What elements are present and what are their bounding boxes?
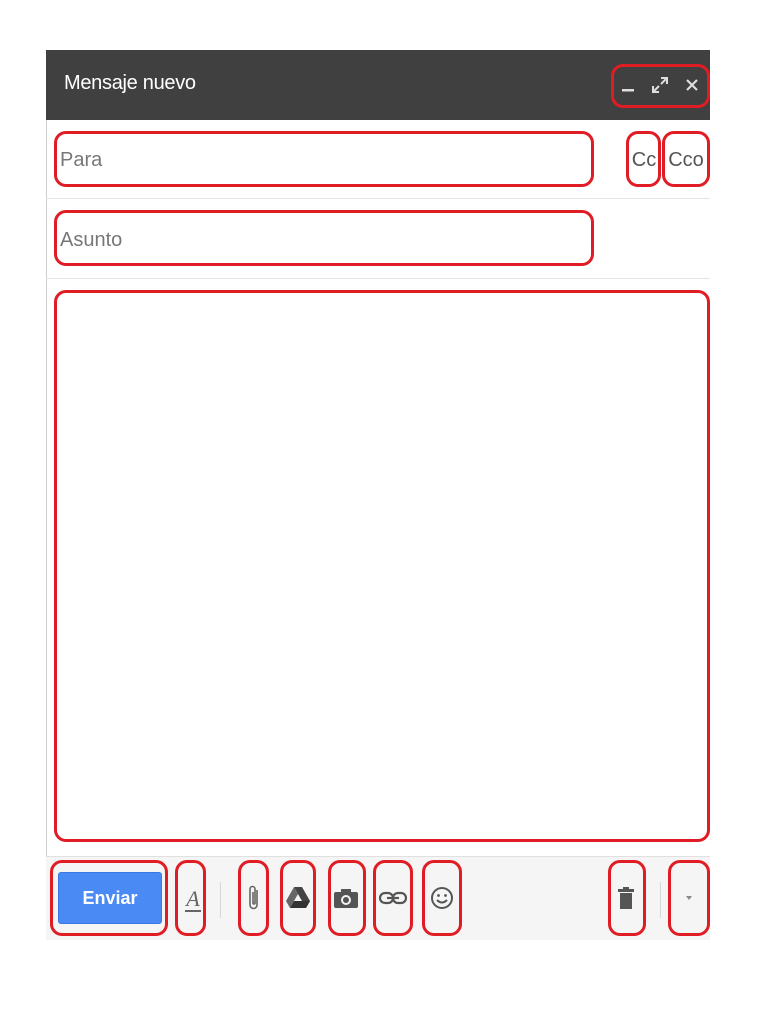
more-options-icon[interactable]	[671, 868, 707, 928]
bcc-button[interactable]: Cco	[665, 138, 707, 182]
divider	[220, 882, 221, 918]
to-field[interactable]	[60, 138, 586, 182]
divider	[46, 198, 710, 199]
svg-text:A: A	[184, 886, 200, 911]
attach-icon[interactable]	[236, 868, 272, 928]
message-body[interactable]	[58, 298, 706, 836]
window-title: Mensaje nuevo	[64, 72, 196, 94]
photo-icon[interactable]	[328, 868, 364, 928]
compose-titlebar: Mensaje nuevo	[46, 50, 710, 120]
subject-field[interactable]	[60, 218, 586, 262]
divider	[46, 278, 710, 279]
send-button[interactable]: Enviar	[58, 872, 162, 924]
drive-icon[interactable]	[280, 868, 316, 928]
expand-icon[interactable]	[646, 68, 674, 102]
minimize-icon[interactable]	[614, 68, 642, 102]
formatting-icon[interactable]: A	[175, 868, 211, 928]
cc-button[interactable]: Cc	[630, 138, 658, 182]
close-icon[interactable]	[678, 68, 706, 102]
divider	[660, 882, 661, 918]
emoji-icon[interactable]	[424, 868, 460, 928]
link-icon[interactable]	[375, 868, 411, 928]
trash-icon[interactable]	[608, 868, 644, 928]
